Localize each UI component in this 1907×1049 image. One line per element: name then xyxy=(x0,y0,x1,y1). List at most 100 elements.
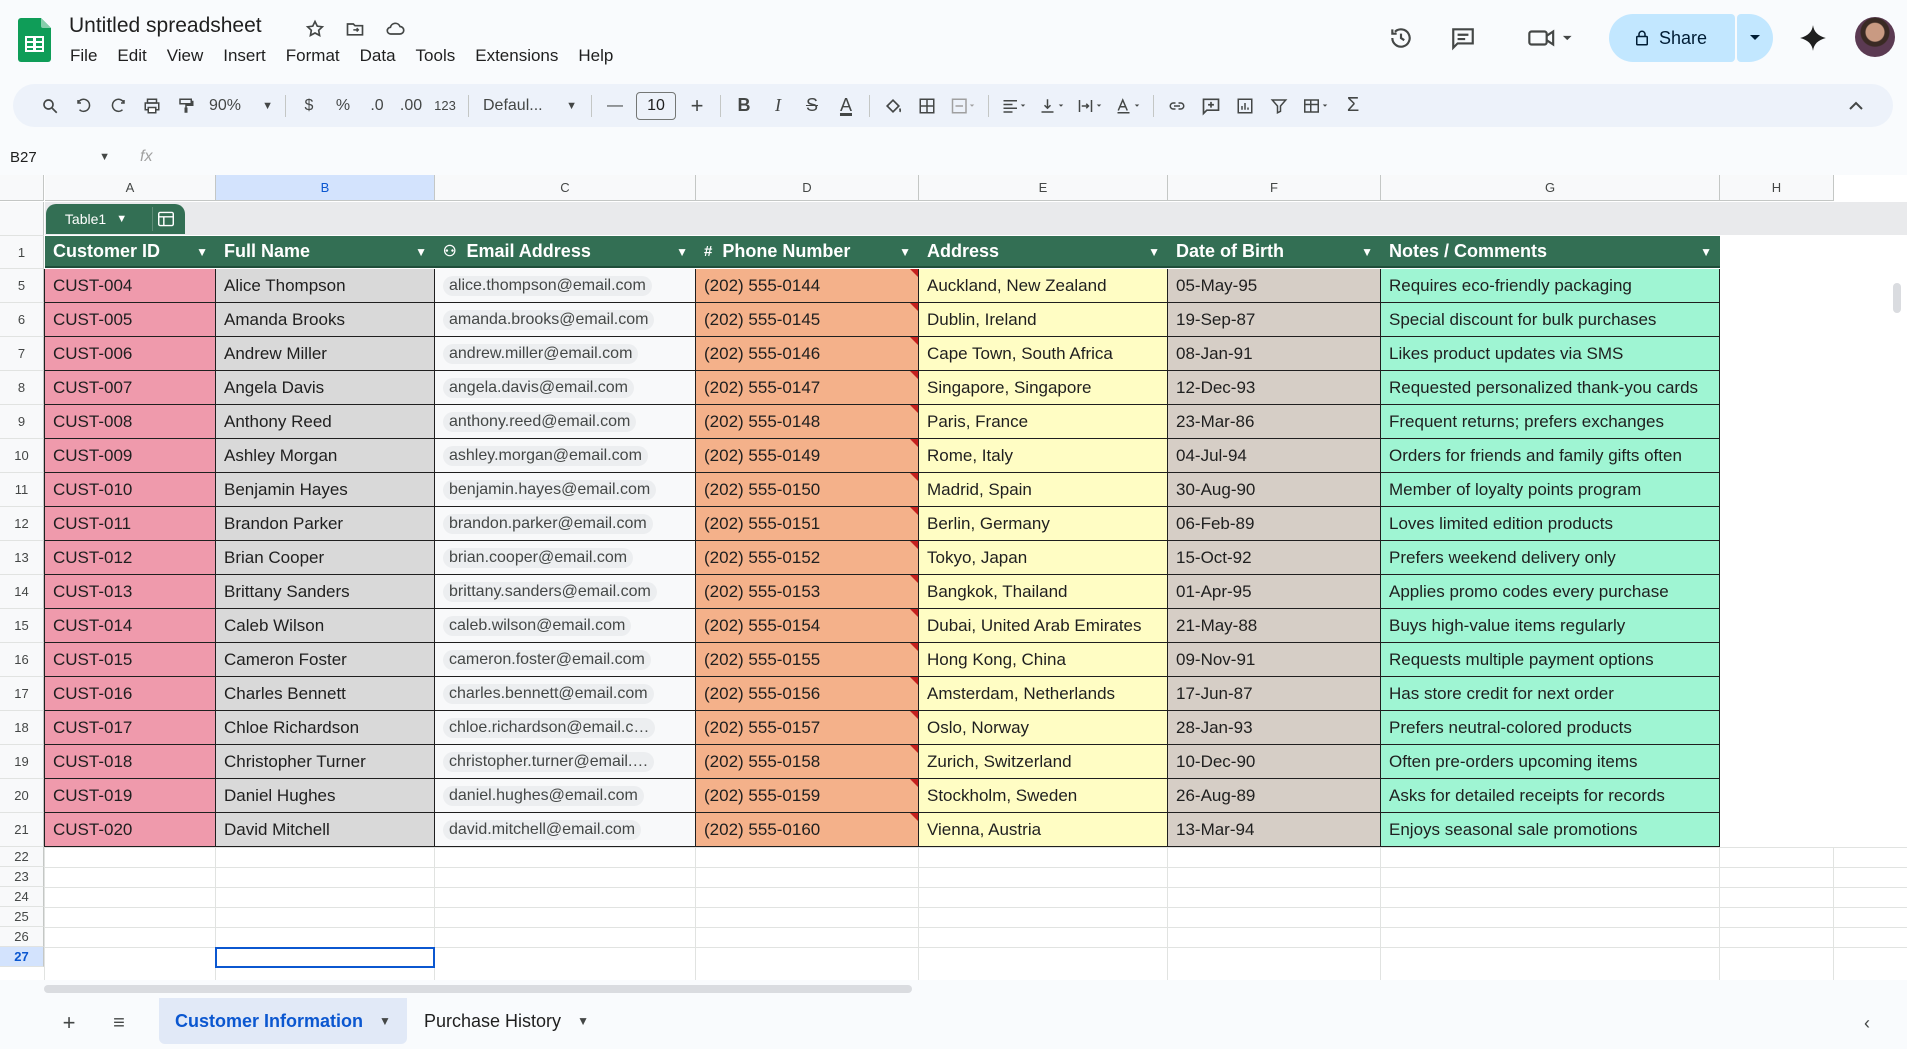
chevron-down-icon[interactable]: ▼ xyxy=(899,245,911,259)
column-header-g[interactable]: G xyxy=(1381,175,1720,201)
full-name-cell[interactable]: Chloe Richardson xyxy=(216,711,435,745)
chevron-down-icon[interactable]: ▼ xyxy=(1700,245,1712,259)
version-history-icon[interactable] xyxy=(1385,22,1417,54)
date-of-birth-cell[interactable]: 28-Jan-93 xyxy=(1168,711,1381,745)
date-of-birth-cell[interactable]: 12-Dec-93 xyxy=(1168,371,1381,405)
customer-id-cell[interactable]: CUST-019 xyxy=(45,779,216,813)
address-cell[interactable]: Stockholm, Sweden xyxy=(919,779,1168,813)
column-header-e[interactable]: E xyxy=(919,175,1168,201)
name-box[interactable]: B27 ▼ xyxy=(0,149,118,166)
increase-decimal-button[interactable]: .00 xyxy=(394,90,428,122)
phone-cell[interactable]: (202) 555-0149 xyxy=(696,439,919,473)
menu-edit[interactable]: Edit xyxy=(107,44,156,68)
insert-comment-icon[interactable] xyxy=(1194,90,1228,122)
phone-cell[interactable]: (202) 555-0156 xyxy=(696,677,919,711)
column-header-d[interactable]: D xyxy=(696,175,919,201)
insert-link-icon[interactable] xyxy=(1160,90,1194,122)
notes-cell[interactable]: Prefers neutral-colored products xyxy=(1381,711,1720,745)
vertical-align-icon[interactable] xyxy=(1033,90,1071,122)
chevron-down-icon[interactable]: ▼ xyxy=(676,245,688,259)
full-name-cell[interactable]: Christopher Turner xyxy=(216,745,435,779)
customer-id-cell[interactable]: CUST-020 xyxy=(45,813,216,847)
row-header[interactable]: 5 xyxy=(0,269,44,303)
customer-id-cell[interactable]: CUST-018 xyxy=(45,745,216,779)
address-cell[interactable]: Tokyo, Japan xyxy=(919,541,1168,575)
font-size-input[interactable]: 10 xyxy=(636,91,676,120)
date-of-birth-cell[interactable]: 10-Dec-90 xyxy=(1168,745,1381,779)
full-name-cell[interactable]: Andrew Miller xyxy=(216,337,435,371)
email-cell[interactable]: angela.davis@email.com xyxy=(435,371,696,405)
chevron-down-icon[interactable]: ▼ xyxy=(196,245,208,259)
phone-cell[interactable]: (202) 555-0155 xyxy=(696,643,919,677)
row-header[interactable]: 18 xyxy=(0,711,44,745)
customer-id-cell[interactable]: CUST-016 xyxy=(45,677,216,711)
phone-cell[interactable]: (202) 555-0151 xyxy=(696,507,919,541)
row-header[interactable]: 24 xyxy=(0,887,44,907)
address-cell[interactable]: Singapore, Singapore xyxy=(919,371,1168,405)
row-header[interactable]: 21 xyxy=(0,813,44,847)
full-name-cell[interactable]: David Mitchell xyxy=(216,813,435,847)
date-of-birth-cell[interactable]: 17-Jun-87 xyxy=(1168,677,1381,711)
customer-id-cell[interactable]: CUST-013 xyxy=(45,575,216,609)
email-cell[interactable]: andrew.miller@email.com xyxy=(435,337,696,371)
document-title[interactable]: Untitled spreadsheet xyxy=(69,14,262,38)
functions-sigma-icon[interactable]: Σ xyxy=(1336,90,1370,122)
fill-color-icon[interactable] xyxy=(876,90,910,122)
date-of-birth-cell[interactable]: 23-Mar-86 xyxy=(1168,405,1381,439)
row-header[interactable]: 7 xyxy=(0,337,44,371)
borders-icon[interactable] xyxy=(910,90,944,122)
horizontal-scrollbar[interactable] xyxy=(44,985,912,993)
selected-cell[interactable] xyxy=(215,947,435,968)
email-cell[interactable]: caleb.wilson@email.com xyxy=(435,609,696,643)
comments-icon[interactable] xyxy=(1447,22,1479,54)
notes-cell[interactable]: Frequent returns; prefers exchanges xyxy=(1381,405,1720,439)
address-cell[interactable]: Madrid, Spain xyxy=(919,473,1168,507)
font-select[interactable]: Defaul... ▼ xyxy=(475,90,585,122)
address-cell[interactable]: Dublin, Ireland xyxy=(919,303,1168,337)
table-column-header[interactable]: # Phone Number ▼ xyxy=(696,236,919,268)
phone-cell[interactable]: (202) 555-0150 xyxy=(696,473,919,507)
full-name-cell[interactable]: Benjamin Hayes xyxy=(216,473,435,507)
full-name-cell[interactable]: Anthony Reed xyxy=(216,405,435,439)
address-cell[interactable]: Amsterdam, Netherlands xyxy=(919,677,1168,711)
notes-cell[interactable]: Asks for detailed receipts for records xyxy=(1381,779,1720,813)
star-icon[interactable] xyxy=(302,16,328,42)
add-sheet-button[interactable]: + xyxy=(54,1008,84,1038)
email-chip[interactable]: ashley.morgan@email.com xyxy=(443,445,648,466)
menu-file[interactable]: File xyxy=(60,44,107,68)
menu-insert[interactable]: Insert xyxy=(213,44,276,68)
select-all-corner[interactable] xyxy=(0,175,44,201)
table-menu-button[interactable]: Table1 ▼ xyxy=(46,204,146,234)
email-chip[interactable]: brandon.parker@email.com xyxy=(443,513,653,534)
email-cell[interactable]: david.mitchell@email.com xyxy=(435,813,696,847)
column-header-h[interactable]: H xyxy=(1720,175,1834,201)
decrease-decimal-button[interactable]: .0 xyxy=(360,90,394,122)
increase-font-size-button[interactable]: + xyxy=(680,90,714,122)
row-header[interactable]: 19 xyxy=(0,745,44,779)
notes-cell[interactable]: Likes product updates via SMS xyxy=(1381,337,1720,371)
row-header[interactable]: 27 xyxy=(0,947,44,967)
row-header[interactable]: 1 xyxy=(0,236,44,269)
notes-cell[interactable]: Requests multiple payment options xyxy=(1381,643,1720,677)
customer-id-cell[interactable]: CUST-015 xyxy=(45,643,216,677)
column-header-b[interactable]: B xyxy=(216,175,435,201)
table-column-header[interactable]: Full Name ▼ xyxy=(216,236,435,268)
undo-icon[interactable] xyxy=(67,90,101,122)
email-chip[interactable]: daniel.hughes@email.com xyxy=(443,785,644,806)
all-sheets-menu-icon[interactable]: ≡ xyxy=(104,1008,134,1038)
email-chip[interactable]: caleb.wilson@email.com xyxy=(443,615,632,636)
format-percent-button[interactable]: % xyxy=(326,90,360,122)
email-chip[interactable]: christopher.turner@email.… xyxy=(443,751,655,772)
address-cell[interactable]: Paris, France xyxy=(919,405,1168,439)
horizontal-align-icon[interactable] xyxy=(995,90,1033,122)
email-chip[interactable]: amanda.brooks@email.com xyxy=(443,309,655,330)
italic-button[interactable]: I xyxy=(761,90,795,122)
table-view-icon[interactable] xyxy=(152,207,178,231)
bold-button[interactable]: B xyxy=(727,90,761,122)
column-header-a[interactable]: A xyxy=(45,175,216,201)
phone-cell[interactable]: (202) 555-0146 xyxy=(696,337,919,371)
phone-cell[interactable]: (202) 555-0157 xyxy=(696,711,919,745)
table-column-header[interactable]: Address ▼ xyxy=(919,236,1168,268)
menu-view[interactable]: View xyxy=(157,44,214,68)
full-name-cell[interactable]: Angela Davis xyxy=(216,371,435,405)
